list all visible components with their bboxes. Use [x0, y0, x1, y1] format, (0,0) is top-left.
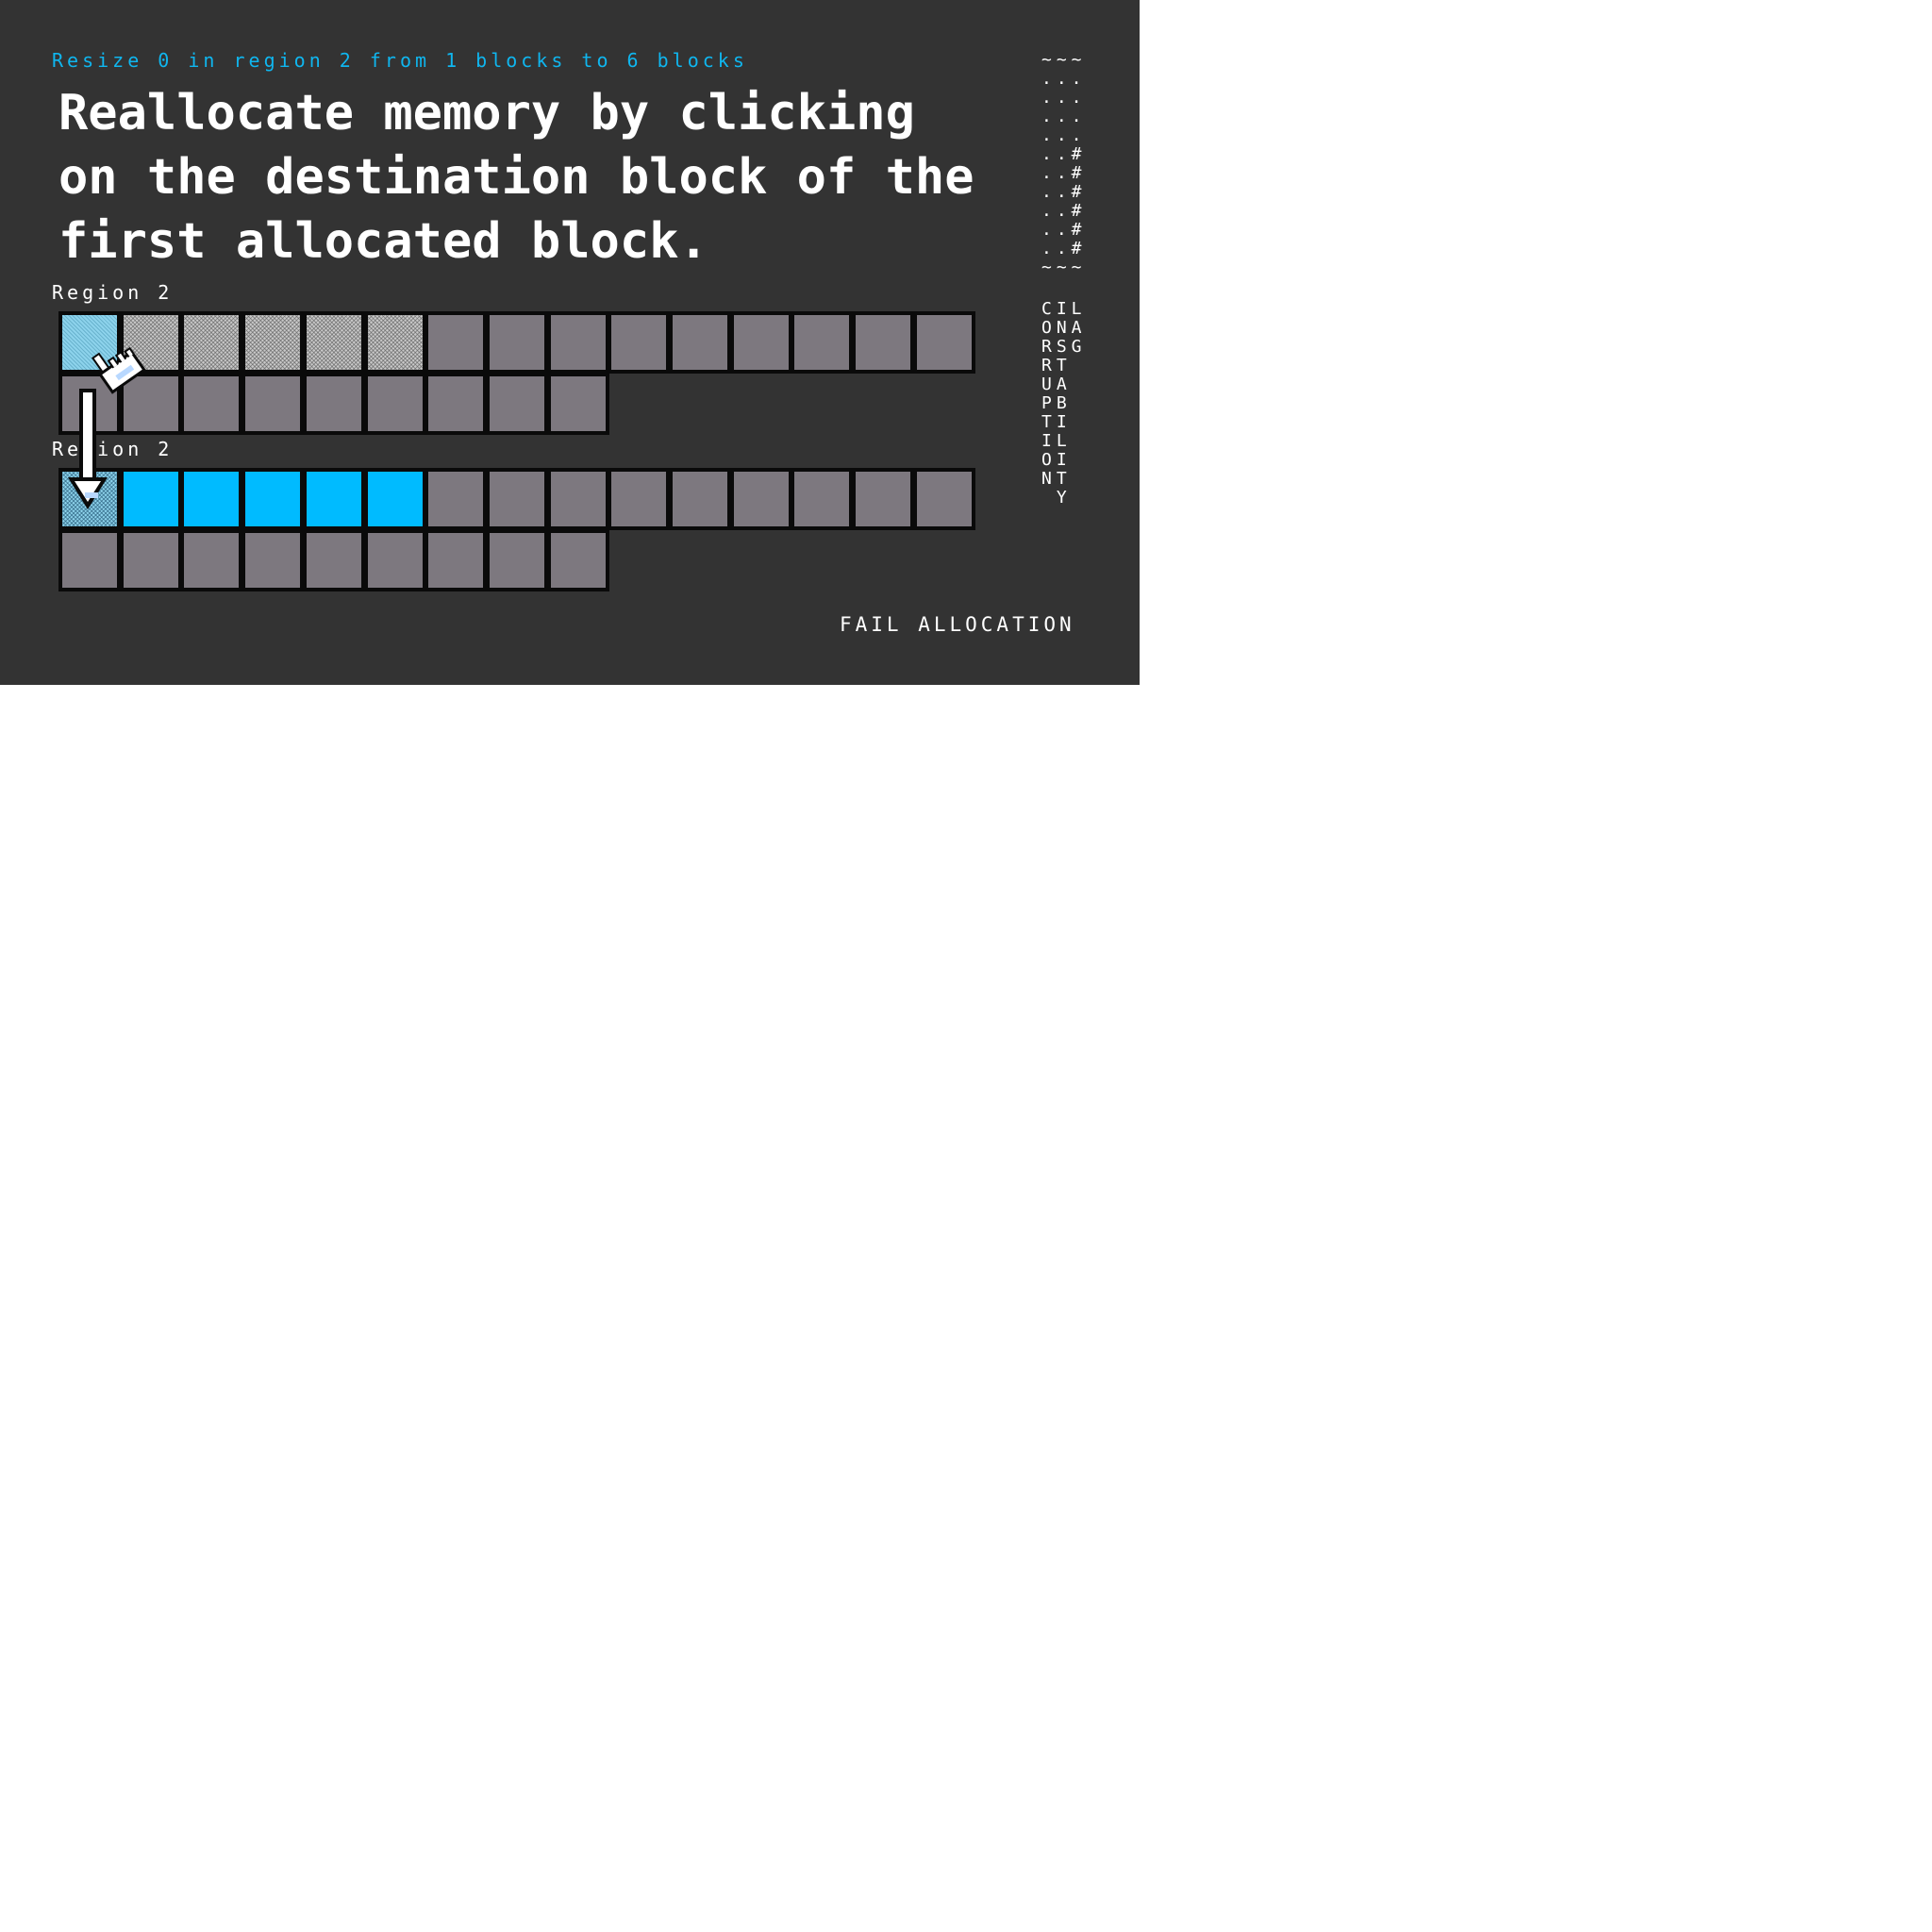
- pointing-hand-cursor-icon: [91, 346, 146, 394]
- memory-block[interactable]: [242, 529, 304, 591]
- memory-block[interactable]: [425, 373, 487, 435]
- memory-block[interactable]: [547, 529, 609, 591]
- memory-block[interactable]: [852, 311, 914, 374]
- memory-block[interactable]: [486, 468, 548, 530]
- memory-meter-row: ~~~: [1041, 258, 1087, 277]
- memory-block[interactable]: [180, 468, 242, 530]
- memory-block[interactable]: [120, 468, 182, 530]
- memory-meter-row: ..#: [1041, 239, 1087, 258]
- memory-block[interactable]: [303, 373, 365, 435]
- source-region-label: Region 2: [52, 281, 174, 304]
- memory-block[interactable]: [425, 468, 487, 530]
- memory-block[interactable]: [364, 468, 426, 530]
- task-description: Resize 0 in region 2 from 1 blocks to 6 …: [52, 49, 748, 72]
- memory-block[interactable]: [791, 311, 853, 374]
- memory-block[interactable]: [425, 529, 487, 591]
- vertical-label-row: TI: [1041, 412, 1072, 432]
- memory-block[interactable]: [852, 468, 914, 530]
- memory-block[interactable]: [730, 468, 792, 530]
- source-region-grid: [58, 311, 975, 435]
- memory-block[interactable]: [120, 529, 182, 591]
- memory-block[interactable]: [303, 311, 365, 374]
- memory-block[interactable]: [730, 311, 792, 374]
- game-screen: Resize 0 in region 2 from 1 blocks to 6 …: [0, 0, 1140, 685]
- memory-block[interactable]: [608, 311, 670, 374]
- memory-block[interactable]: [242, 373, 304, 435]
- memory-block[interactable]: [242, 468, 304, 530]
- vertical-label-row: OI: [1041, 450, 1072, 470]
- vertical-label-row: UA: [1041, 375, 1072, 394]
- memory-block[interactable]: [303, 468, 365, 530]
- vertical-label-row: IL: [1041, 431, 1072, 451]
- memory-block[interactable]: [486, 529, 548, 591]
- vertical-label-row: RT: [1041, 356, 1072, 375]
- vertical-label-row: Y: [1041, 488, 1072, 508]
- memory-block[interactable]: [364, 373, 426, 435]
- fail-allocation-button[interactable]: FAIL ALLOCATION: [840, 613, 1075, 636]
- memory-block[interactable]: [669, 311, 731, 374]
- memory-meter-row: ..#: [1041, 201, 1087, 221]
- memory-block[interactable]: [608, 468, 670, 530]
- memory-block[interactable]: [547, 373, 609, 435]
- memory-block[interactable]: [913, 468, 975, 530]
- memory-block[interactable]: [242, 311, 304, 374]
- memory-meter: ~~~............ ..# ..# ..# ..# ..# ..# ~~~: [1041, 51, 1098, 277]
- memory-block[interactable]: [364, 311, 426, 374]
- memory-block[interactable]: [547, 311, 609, 374]
- memory-meter-row: ..#: [1041, 163, 1087, 183]
- memory-meter-row: ...: [1041, 88, 1087, 108]
- memory-block[interactable]: [669, 468, 731, 530]
- vertical-label-row: RSG: [1041, 337, 1087, 357]
- down-arrow-icon: [68, 389, 108, 509]
- vertical-label-row: ONA: [1041, 318, 1087, 338]
- memory-block[interactable]: [58, 529, 121, 591]
- memory-block[interactable]: [791, 468, 853, 530]
- memory-block[interactable]: [425, 311, 487, 374]
- vertical-labels: CIL ONA RSG RT UA PB TI IL OI NT Y: [1041, 300, 1098, 508]
- memory-block[interactable]: [303, 529, 365, 591]
- memory-meter-row: ..#: [1041, 144, 1087, 164]
- instruction-text: Reallocate memory by clicking on the des…: [58, 85, 974, 270]
- memory-block[interactable]: [486, 373, 548, 435]
- memory-block[interactable]: [180, 311, 242, 374]
- memory-block[interactable]: [180, 373, 242, 435]
- vertical-label-row: CIL: [1041, 299, 1087, 319]
- vertical-label-row: NT: [1041, 469, 1072, 489]
- memory-block[interactable]: [547, 468, 609, 530]
- memory-meter-row: ~~~: [1041, 50, 1087, 70]
- memory-meter-row: ..#: [1041, 220, 1087, 240]
- memory-meter-row: ..#: [1041, 182, 1087, 202]
- memory-meter-row: ...: [1041, 125, 1087, 145]
- memory-meter-row: ...: [1041, 69, 1087, 89]
- memory-block[interactable]: [180, 529, 242, 591]
- destination-region-grid: [58, 468, 975, 591]
- memory-block[interactable]: [913, 311, 975, 374]
- memory-block[interactable]: [486, 311, 548, 374]
- memory-meter-row: ...: [1041, 107, 1087, 126]
- memory-block[interactable]: [364, 529, 426, 591]
- vertical-label-row: PB: [1041, 393, 1072, 413]
